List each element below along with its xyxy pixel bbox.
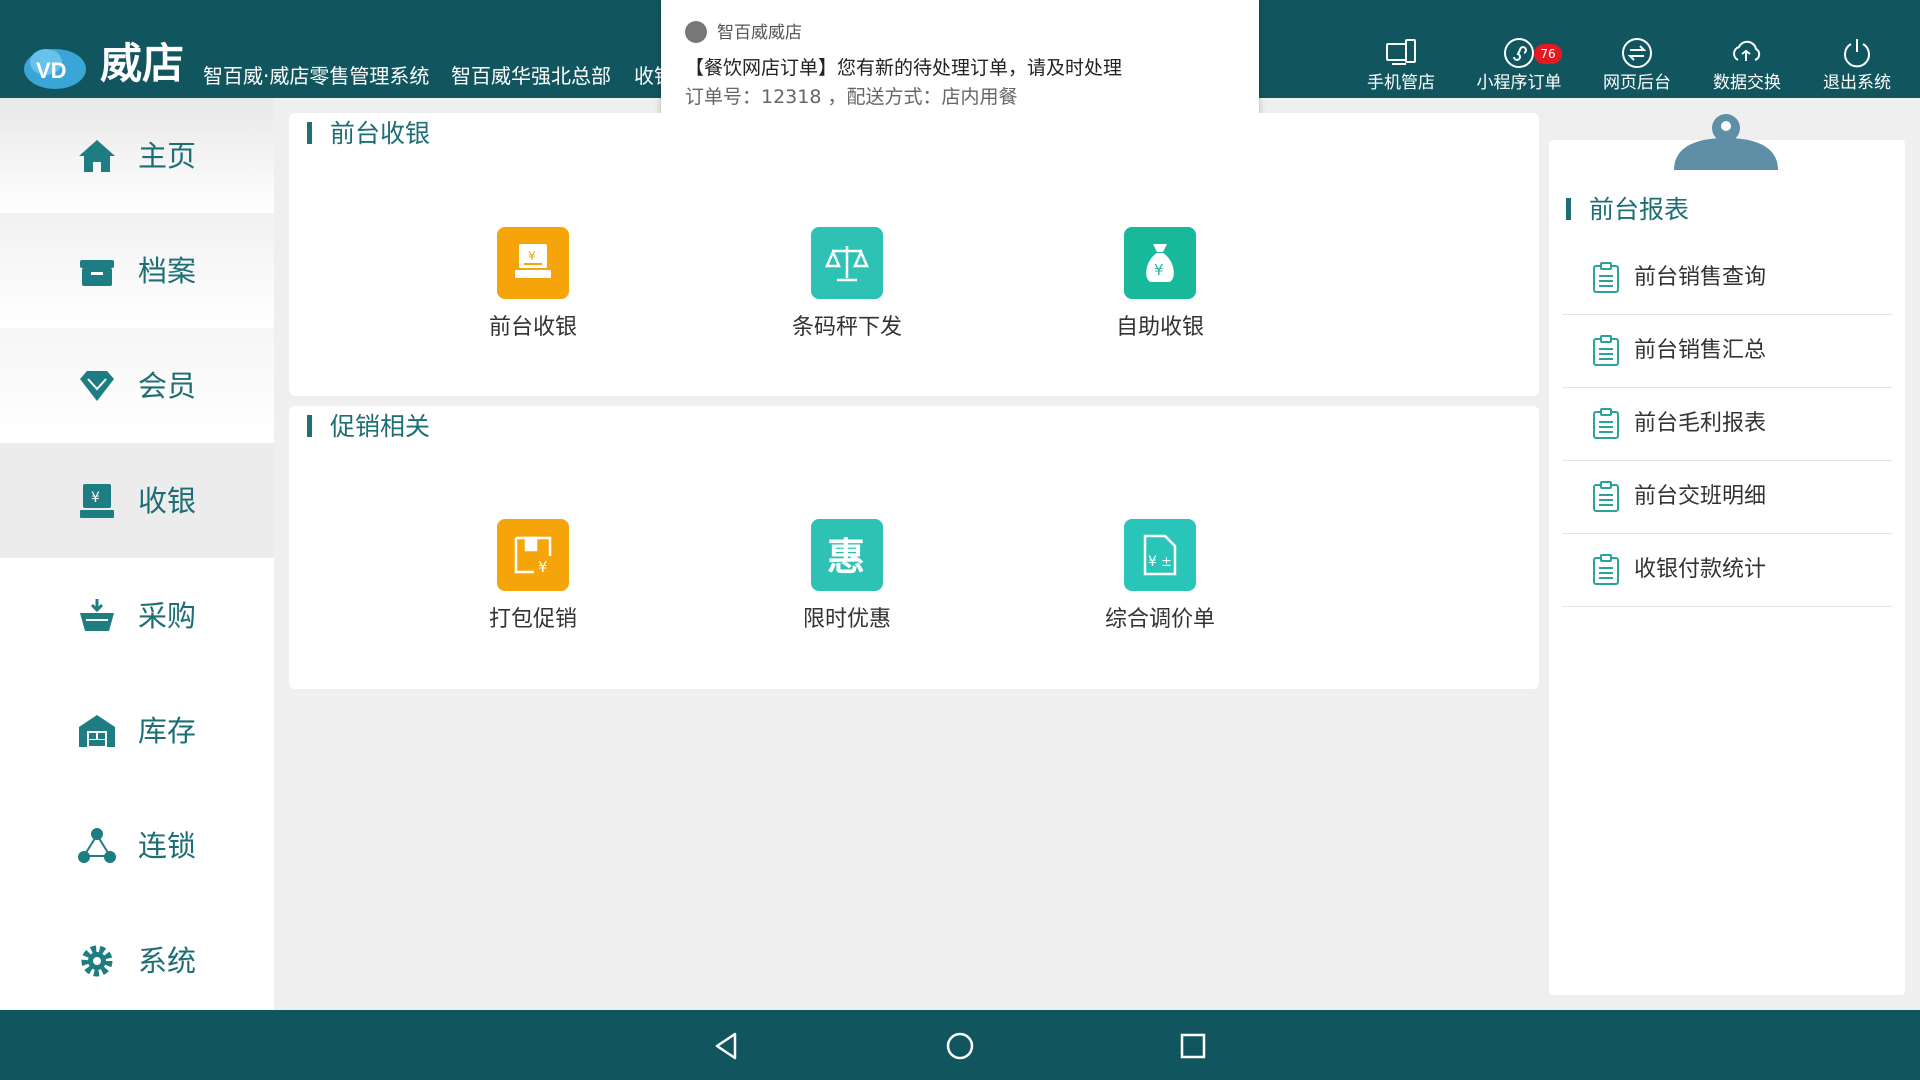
clipboard-clip-icon: [1674, 114, 1778, 170]
mobile-store-button[interactable]: 手机管店: [1346, 36, 1456, 96]
system-name: 智百威·威店零售管理系统: [203, 64, 430, 88]
clipboard-icon: [1593, 335, 1619, 366]
cashier-icon: ¥: [80, 483, 114, 518]
brand-name: 威店: [100, 39, 185, 88]
exit-system-button[interactable]: 退出系统: [1802, 36, 1912, 96]
sidebar-item-archive[interactable]: 档案: [0, 213, 274, 328]
member-diamond-icon: [80, 370, 114, 401]
report-item-gross-profit[interactable]: 前台毛利报表: [1562, 388, 1892, 461]
recent-apps-icon[interactable]: [1177, 1030, 1209, 1062]
purchase-basket-icon: [80, 598, 114, 631]
self-checkout-tile[interactable]: ¥ 自助收银: [1070, 227, 1250, 343]
clipboard-icon: [1593, 262, 1619, 293]
section-title: 促销相关: [330, 412, 431, 441]
mini-program-icon: [1504, 38, 1534, 68]
notification-title: 【餐饮网店订单】您有新的待处理订单，请及时处理: [685, 57, 1123, 79]
limited-time-discount-tile[interactable]: 惠 限时优惠: [757, 519, 937, 635]
sidebar-item-cashier[interactable]: ¥ 收银: [0, 443, 274, 558]
sidebar-item-purchase[interactable]: 采购: [0, 558, 274, 673]
sidebar-item-chain[interactable]: 连锁: [0, 788, 274, 903]
svg-text:惠: 惠: [827, 535, 865, 579]
front-cashier-tile[interactable]: ¥ 前台收银: [443, 227, 623, 343]
order-count-badge: 76: [1534, 44, 1562, 64]
web-backend-button[interactable]: 网页后台: [1582, 36, 1692, 96]
price-adjust-icon: ¥ ±: [1143, 534, 1177, 576]
report-panel-title: 前台报表: [1589, 195, 1690, 224]
order-notification[interactable]: 智百威威店 【餐饮网店订单】您有新的待处理订单，请及时处理 订单号：12318 …: [661, 0, 1259, 131]
clipboard-icon: [1593, 408, 1619, 439]
svg-text:¥: ¥: [538, 558, 548, 576]
sidebar-item-member[interactable]: 会员: [0, 328, 274, 443]
back-icon[interactable]: [711, 1030, 743, 1062]
hui-discount-icon: 惠: [827, 535, 865, 579]
svg-text:¥: ¥: [91, 490, 100, 506]
archive-icon: [80, 259, 114, 286]
report-item-sales-summary[interactable]: 前台销售汇总: [1562, 315, 1892, 388]
notification-app-name: 智百威威店: [717, 23, 802, 43]
package-promo-icon: ¥: [514, 536, 552, 576]
sidebar-item-inventory[interactable]: 库存: [0, 673, 274, 788]
cash-register-icon: ¥: [515, 244, 551, 278]
report-item-payment-stats[interactable]: 收银付款统计: [1562, 534, 1892, 607]
money-bag-icon: ¥: [1146, 244, 1174, 282]
report-item-shift-detail[interactable]: 前台交班明细: [1562, 461, 1892, 534]
clipboard-icon: [1593, 481, 1619, 512]
notification-body: 订单号：12318 ，配送方式：店内用餐: [685, 86, 1018, 108]
svg-text:¥: ¥: [1148, 554, 1157, 570]
sidebar-item-home[interactable]: 主页: [0, 98, 274, 213]
web-backend-icon: [1622, 38, 1652, 68]
mini-program-orders-button[interactable]: 76 小程序订单: [1464, 36, 1574, 96]
barcode-scale-tile[interactable]: 条码秤下发: [757, 227, 937, 343]
data-exchange-button[interactable]: 数据交换: [1692, 36, 1802, 96]
data-exchange-icon: [1733, 40, 1761, 61]
home-icon: [79, 139, 115, 172]
android-nav-bar: [0, 1010, 1920, 1080]
store-name[interactable]: 智百威华强北总部: [451, 62, 611, 90]
power-icon: [1844, 39, 1870, 68]
sidebar-item-system[interactable]: 系统: [0, 903, 274, 1018]
price-adjustment-tile[interactable]: ¥ ± 综合调价单: [1070, 519, 1250, 635]
home-circle-icon[interactable]: [944, 1030, 976, 1062]
svg-text:VD: VD: [36, 58, 67, 83]
front-cashier-section: 前台收银 ¥ 前台收银 条码秤下发 ¥ 自助收银: [289, 113, 1539, 396]
report-item-sales-query[interactable]: 前台销售查询: [1562, 242, 1892, 315]
package-promo-tile[interactable]: ¥ 打包促销: [443, 519, 623, 635]
chain-network-icon: [78, 827, 116, 863]
scale-icon: [825, 246, 869, 282]
promotion-section: 促销相关 ¥ 打包促销 惠 限时优惠 ¥ ± 综合调价单: [289, 406, 1539, 689]
section-title: 前台收银: [330, 119, 431, 148]
clipboard-icon: [1593, 554, 1619, 585]
warehouse-icon: [79, 714, 115, 747]
svg-text:±: ±: [1161, 555, 1172, 570]
vd-logo-icon: VD: [24, 49, 86, 89]
system-gear-icon: [81, 945, 113, 976]
svg-text:¥: ¥: [1154, 261, 1164, 279]
app-dot-icon: [685, 20, 707, 43]
mobile-store-icon: [1386, 39, 1416, 65]
sidebar: 主页 档案 会员 ¥ 收银 采购 库存 连锁 系统: [0, 98, 274, 1010]
svg-text:¥: ¥: [528, 249, 536, 263]
